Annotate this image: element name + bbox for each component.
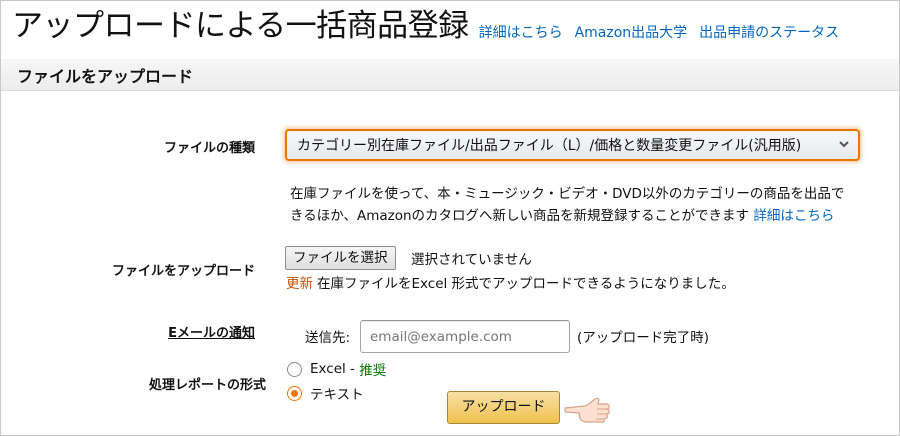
- section-header: ファイルをアップロード: [1, 59, 899, 91]
- header-links: 詳細はこちら Amazon出品大学 出品申請のステータス: [479, 22, 840, 56]
- report-format-label: 処理レポートの形式: [148, 378, 266, 393]
- text-label: テキスト: [310, 387, 364, 403]
- email-input[interactable]: [360, 320, 570, 353]
- update-note-text: 在庫ファイルをExcel 形式でアップロードできるようになりました。: [317, 276, 735, 292]
- file-type-select[interactable]: カテゴリー別在庫ファイル/出品ファイル（L）/価格と数量変更ファイル(汎用版): [285, 129, 860, 161]
- file-type-description: 在庫ファイルを使って、本・ミュージック・ビデオ・DVD以外のカテゴリーの商品を出…: [290, 183, 890, 227]
- seller-university-link[interactable]: Amazon出品大学: [575, 22, 688, 42]
- update-note: 更新 在庫ファイルをExcel 形式でアップロードできるようになりました。: [286, 272, 735, 292]
- upload-button[interactable]: アップロード: [447, 391, 560, 424]
- text-radio[interactable]: [287, 385, 302, 401]
- excel-label: Excel: [310, 361, 346, 377]
- update-badge: 更新: [286, 276, 313, 292]
- file-type-selected: カテゴリー別在庫ファイル/出品ファイル（L）/価格と数量変更ファイル(汎用版): [297, 138, 802, 154]
- report-option-excel[interactable]: Excel - 推奨: [287, 359, 386, 379]
- details-link[interactable]: 詳細はこちら: [479, 22, 563, 42]
- pointing-hand-icon: [564, 397, 610, 423]
- description-line-1: 在庫ファイルを使って、本・ミュージック・ビデオ・DVD以外のカテゴリーの商品を出…: [290, 186, 845, 202]
- email-notify-label: Eメールの通知: [168, 326, 255, 341]
- section-title: ファイルをアップロード: [17, 67, 194, 86]
- upload-file-label: ファイルをアップロード: [111, 264, 255, 279]
- recommended-note: 推奨: [359, 363, 387, 379]
- application-status-link[interactable]: 出品申請のステータス: [699, 22, 839, 42]
- description-line-2: きるほか、Amazonのカタログへ新しい商品を新規登録することができます 詳細は…: [290, 208, 835, 224]
- chevron-down-icon: [839, 141, 849, 148]
- description-details-link[interactable]: 詳細はこちら: [753, 208, 834, 224]
- choose-file-button[interactable]: ファイルを選択: [285, 246, 396, 270]
- excel-radio[interactable]: [287, 361, 302, 377]
- file-status: 選択されていません: [411, 252, 532, 268]
- report-option-text[interactable]: テキスト: [287, 383, 364, 403]
- email-suffix: (アップロード完了時): [577, 330, 710, 346]
- file-type-label: ファイルの種類: [163, 141, 255, 156]
- page-title: アップロードによる一括商品登録: [12, 8, 469, 44]
- page-header: アップロードによる一括商品登録 詳細はこちら Amazon出品大学 出品申請のス…: [12, 0, 839, 56]
- email-prefix: 送信先:: [305, 330, 351, 346]
